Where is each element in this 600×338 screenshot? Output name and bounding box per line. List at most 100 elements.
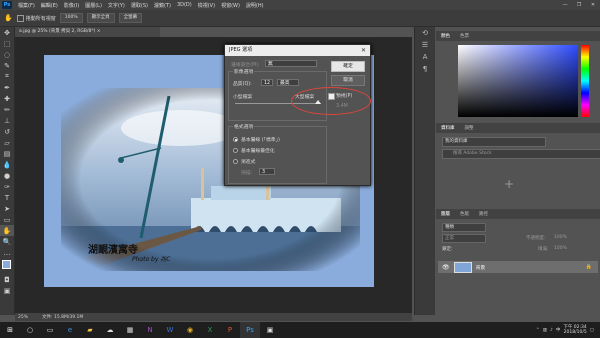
healing-brush-tool-icon[interactable]: ✚ bbox=[0, 93, 14, 104]
tab-swatches[interactable]: 色票 bbox=[455, 33, 474, 39]
preview-checkbox[interactable] bbox=[328, 93, 335, 100]
notifications-icon[interactable]: ▢ bbox=[590, 328, 594, 333]
history-panel-icon[interactable]: ⟲ bbox=[415, 27, 435, 39]
volume-icon[interactable]: ♪ bbox=[550, 328, 553, 333]
fill-screen-button[interactable]: 全螢幕 bbox=[118, 13, 143, 23]
tab-channels[interactable]: 色版 bbox=[455, 211, 474, 217]
store-icon[interactable]: ▦ bbox=[120, 322, 140, 338]
type-tool-icon[interactable]: T bbox=[0, 192, 14, 203]
tab-paths[interactable]: 路徑 bbox=[474, 211, 493, 217]
menu-window[interactable]: 視窗(W) bbox=[218, 2, 243, 9]
close-window-button[interactable]: ✕ bbox=[586, 2, 600, 8]
add-library-icon[interactable]: + bbox=[504, 177, 514, 191]
scroll-all-windows-checkbox[interactable]: 捲動所有視窗 bbox=[16, 14, 56, 22]
task-view-icon[interactable]: ▭ bbox=[40, 322, 60, 338]
windows-start-icon[interactable]: ⊞ bbox=[0, 322, 20, 338]
matte-select[interactable]: 無 bbox=[265, 60, 317, 67]
menu-type[interactable]: 文字(Y) bbox=[105, 2, 128, 9]
excel-icon[interactable]: X bbox=[200, 322, 220, 338]
photoshop-taskbar-icon[interactable]: Ps bbox=[240, 322, 260, 338]
properties-panel-icon[interactable]: ☰ bbox=[415, 39, 435, 51]
word-icon[interactable]: W bbox=[160, 322, 180, 338]
path-select-tool-icon[interactable]: ➤ bbox=[0, 203, 14, 214]
blend-mode-select[interactable]: 正常 bbox=[442, 234, 486, 243]
move-tool-icon[interactable]: ✥ bbox=[0, 27, 14, 38]
tray-arrow-icon[interactable]: ⌃ bbox=[536, 328, 540, 333]
clone-stamp-tool-icon[interactable]: ⊥ bbox=[0, 115, 14, 126]
library-search-input[interactable]: 搜尋 Adobe Stock bbox=[442, 149, 600, 159]
hand-tool-icon[interactable]: ✋ bbox=[0, 225, 14, 236]
menu-view[interactable]: 檢視(V) bbox=[195, 2, 218, 9]
eyedropper-tool-icon[interactable]: ✒ bbox=[0, 82, 14, 93]
menu-image[interactable]: 影像(I) bbox=[61, 2, 82, 9]
powerpoint-icon[interactable]: P bbox=[220, 322, 240, 338]
quality-input[interactable]: 12 bbox=[261, 79, 273, 86]
dodge-tool-icon[interactable]: ● bbox=[0, 170, 14, 181]
menu-edit[interactable]: 編輯(E) bbox=[38, 2, 61, 9]
tab-adjustments[interactable]: 調整 bbox=[460, 125, 479, 131]
onenote-icon[interactable]: N bbox=[140, 322, 160, 338]
zoom-level[interactable]: 25% bbox=[18, 315, 28, 320]
fit-screen-button[interactable]: 顯示全頁 bbox=[86, 13, 115, 23]
input-language[interactable]: 中 bbox=[556, 327, 561, 333]
hue-slider[interactable] bbox=[581, 45, 589, 117]
file-explorer-icon[interactable]: ▰ bbox=[80, 322, 100, 338]
progressive-radio[interactable] bbox=[233, 159, 238, 164]
paragraph-panel-icon[interactable]: ¶ bbox=[415, 63, 435, 75]
fill-value[interactable]: 100% bbox=[554, 246, 567, 251]
history-brush-tool-icon[interactable]: ↺ bbox=[0, 126, 14, 137]
document-tab[interactable]: a.jpg @ 25% (背景 拷貝 2, RGB/8*) × bbox=[15, 27, 160, 37]
blur-tool-icon[interactable]: 💧 bbox=[0, 159, 14, 170]
baseline-standard-radio[interactable] bbox=[233, 137, 238, 142]
menu-3d[interactable]: 3D(D) bbox=[174, 2, 195, 8]
tab-color[interactable]: 顏色 bbox=[436, 33, 455, 39]
quick-select-tool-icon[interactable]: ✎ bbox=[0, 60, 14, 71]
tab-libraries[interactable]: 資料庫 bbox=[436, 125, 460, 131]
rectangle-tool-icon[interactable]: ▭ bbox=[0, 214, 14, 225]
layer-name[interactable]: 背景 bbox=[476, 264, 486, 271]
photos-icon[interactable]: ▣ bbox=[260, 322, 280, 338]
eraser-tool-icon[interactable]: ▱ bbox=[0, 137, 14, 148]
marquee-tool-icon[interactable]: ⬚ bbox=[0, 38, 14, 49]
search-icon[interactable]: ○ bbox=[20, 322, 40, 338]
system-clock[interactable]: 下午 02:34 2018/10/5 bbox=[563, 325, 586, 335]
lasso-tool-icon[interactable]: ◌ bbox=[0, 49, 14, 60]
color-picker-field[interactable] bbox=[458, 45, 578, 117]
scans-select[interactable]: 3 bbox=[259, 168, 275, 175]
baseline-optimized-radio[interactable] bbox=[233, 148, 238, 153]
cancel-button[interactable]: 取消 bbox=[331, 75, 365, 86]
menu-help[interactable]: 說明(H) bbox=[243, 2, 267, 9]
menu-filter[interactable]: 濾鏡(T) bbox=[151, 2, 174, 9]
chrome-icon[interactable]: ◉ bbox=[180, 322, 200, 338]
foreground-color-swatch[interactable] bbox=[2, 260, 11, 269]
opacity-value[interactable]: 100% bbox=[554, 235, 567, 240]
ok-button[interactable]: 確定 bbox=[331, 61, 365, 72]
more-tools-icon[interactable]: … bbox=[0, 247, 14, 258]
gradient-tool-icon[interactable]: ▤ bbox=[0, 148, 14, 159]
edge-browser-icon[interactable]: e bbox=[60, 322, 80, 338]
menu-file[interactable]: 檔案(F) bbox=[15, 2, 38, 9]
menu-select[interactable]: 選取(S) bbox=[128, 2, 151, 9]
screen-mode-icon[interactable]: ▣ bbox=[0, 285, 14, 296]
onedrive-icon[interactable]: ☁ bbox=[100, 322, 120, 338]
layer-row[interactable]: 👁 背景 🔒 bbox=[438, 261, 598, 273]
quick-mask-icon[interactable]: ◘ bbox=[0, 274, 14, 285]
character-panel-icon[interactable]: A bbox=[415, 51, 435, 63]
layer-kind-filter[interactable]: 種類 bbox=[442, 223, 486, 232]
checkbox-box[interactable] bbox=[16, 14, 24, 22]
zoom-tool-icon[interactable]: 🔍 bbox=[0, 236, 14, 247]
dialog-titlebar[interactable]: JPEG 選項 ✕ bbox=[225, 45, 370, 56]
network-icon[interactable]: ▥ bbox=[543, 328, 547, 333]
menu-layer[interactable]: 圖層(L) bbox=[82, 2, 105, 9]
zoom-100-button[interactable]: 100% bbox=[59, 13, 83, 23]
brush-tool-icon[interactable]: ✏ bbox=[0, 104, 14, 115]
minimize-button[interactable]: — bbox=[558, 2, 572, 8]
tab-layers[interactable]: 圖層 bbox=[436, 211, 455, 217]
quality-preset-select[interactable]: 最高 bbox=[277, 79, 299, 86]
pen-tool-icon[interactable]: ✑ bbox=[0, 181, 14, 192]
maximize-button[interactable]: ❐ bbox=[572, 2, 586, 8]
crop-tool-icon[interactable]: ⌗ bbox=[0, 71, 14, 82]
library-dropdown[interactable]: 我的資料庫 bbox=[442, 137, 546, 147]
color-swatches[interactable] bbox=[0, 258, 14, 274]
eye-icon[interactable]: 👁 bbox=[442, 264, 450, 271]
